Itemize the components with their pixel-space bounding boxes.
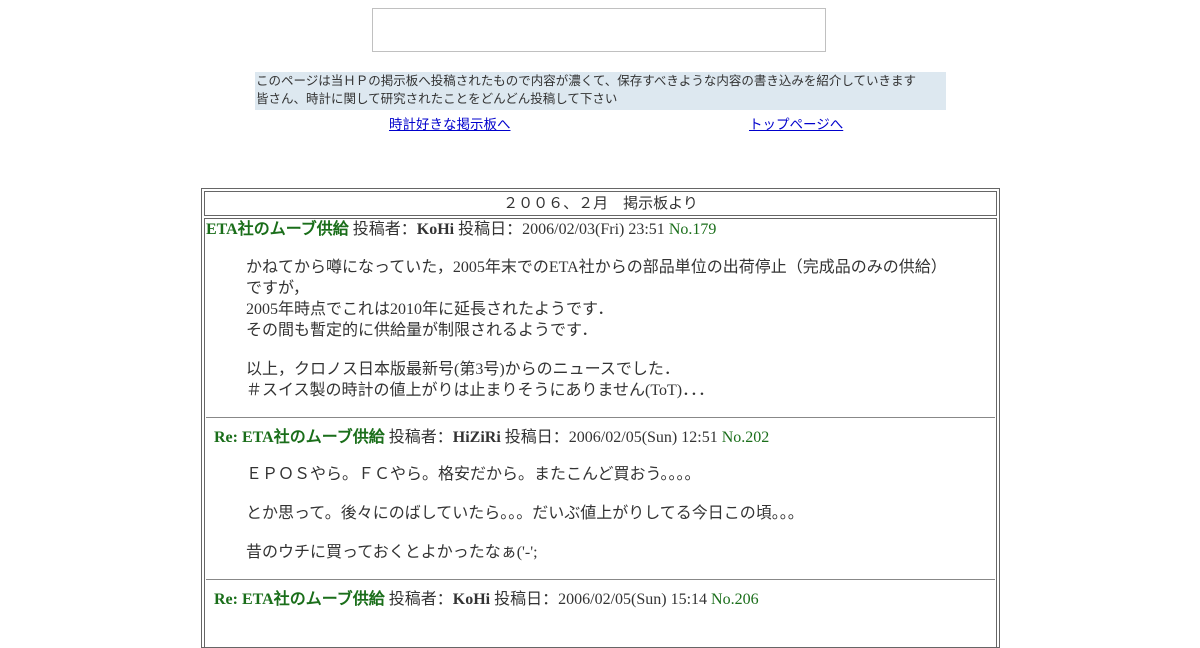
poster-label: 投稿者： xyxy=(388,429,453,446)
poster-label: 投稿者： xyxy=(352,221,417,238)
banner-image xyxy=(372,8,826,52)
post-date: 2006/02/05(Sun) 12:51 xyxy=(568,429,718,446)
intro-line-2: 皆さん、時計に関して研究されたことをどんどん投稿して下さい xyxy=(256,91,618,106)
post-line: ＃スイス製の時計の値上がりは止まりそうにありません(ToT)．．． xyxy=(246,382,715,399)
table-caption: ２００６、２月 掲示板より xyxy=(204,191,997,216)
post-line: かねてから噂になっていた，2005年末でのETA社からの部品単位の出荷停止（完成… xyxy=(246,259,947,276)
post-author: HiZiRi xyxy=(452,429,501,446)
post-title: Re: ETA社のムーブ供給 xyxy=(214,429,385,446)
post-number: No.202 xyxy=(721,429,770,446)
date-label: 投稿日： xyxy=(504,429,569,446)
post-206: Re: ETA社のムーブ供給 投稿者：KoHi 投稿日：2006/02/05(S… xyxy=(206,579,995,630)
post-line: 以上，クロノス日本版最新号(第3号)からのニュースでした． xyxy=(246,361,680,378)
post-line: 昔のウチに買っておくとよかったなぁ('-'; xyxy=(246,544,538,561)
intro-line-1: このページは当ＨＰの掲示板へ投稿されたもので内容が濃くて、保存すべきような内容の… xyxy=(256,73,917,88)
date-label: 投稿日： xyxy=(494,591,559,608)
post-line: 2005年時点でこれは2010年に延長されたようです． xyxy=(246,301,614,318)
post-date: 2006/02/05(Sun) 15:14 xyxy=(558,591,708,608)
post-author: KoHi xyxy=(416,221,455,238)
poster-label: 投稿者： xyxy=(388,591,453,608)
post-202: Re: ETA社のムーブ供給 投稿者：HiZiRi 投稿日：2006/02/05… xyxy=(206,417,995,580)
intro-box: このページは当ＨＰの掲示板へ投稿されたもので内容が濃くて、保存すべきような内容の… xyxy=(255,72,946,110)
post-title: Re: ETA社のムーブ供給 xyxy=(214,591,385,608)
date-label: 投稿日： xyxy=(458,221,523,238)
post-body: かねてから噂になっていた，2005年末でのETA社からの部品単位の出荷停止（完成… xyxy=(246,257,947,401)
post-header: Re: ETA社のムーブ供給 投稿者：HiZiRi 投稿日：2006/02/05… xyxy=(214,428,769,448)
post-header: ETA社のムーブ供給 投稿者：KoHi 投稿日：2006/02/03(Fri) … xyxy=(206,220,716,240)
post-line: ですが， xyxy=(246,280,310,297)
post-number: No.206 xyxy=(711,591,759,608)
top-page-link[interactable]: トップページへ xyxy=(749,113,843,133)
board-link[interactable]: 時計好きな掲示板へ xyxy=(389,113,511,133)
post-date: 2006/02/03(Fri) 23:51 xyxy=(522,221,665,238)
post-line: とか思って。後々にのばしていたら。。。だいぶ値上がりしてる今日この頃。。。 xyxy=(246,505,804,522)
post-author: KoHi xyxy=(452,591,491,608)
post-header: Re: ETA社のムーブ供給 投稿者：KoHi 投稿日：2006/02/05(S… xyxy=(214,590,759,610)
post-number: No.179 xyxy=(668,221,717,238)
post-179: ETA社のムーブ供給 投稿者：KoHi 投稿日：2006/02/03(Fri) … xyxy=(206,220,995,417)
post-title: ETA社のムーブ供給 xyxy=(206,221,349,238)
post-line: ＥＰＯＳやら。ＦＣやら。格安だから。またこんど買おう。。。。 xyxy=(246,466,701,483)
post-line: その間も暫定的に供給量が制限されるようです． xyxy=(246,322,598,339)
post-body: ＥＰＯＳやら。ＦＣやら。格安だから。またこんど買おう。。。。 とか思って。後々に… xyxy=(246,464,804,563)
